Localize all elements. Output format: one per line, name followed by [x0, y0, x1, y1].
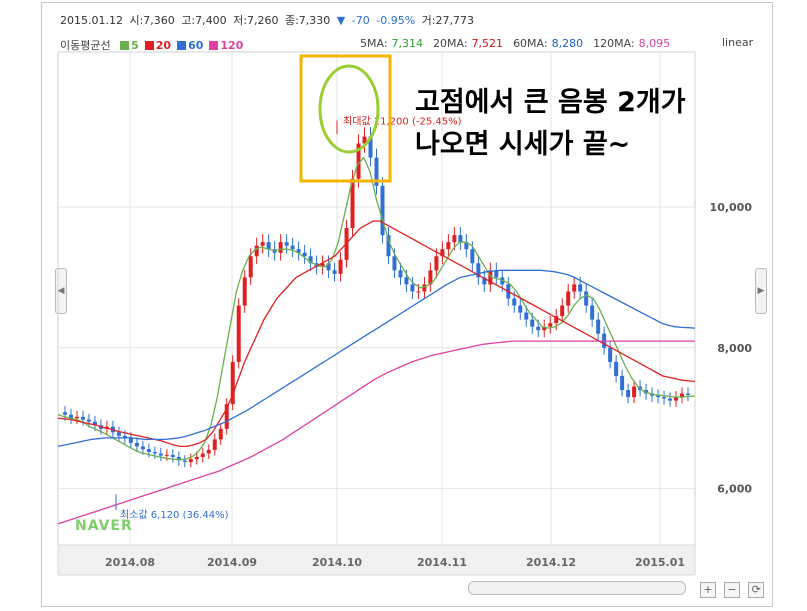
overlay-text-line-2: 나오면 시세가 끝~ [415, 129, 631, 160]
candle-body [524, 312, 529, 320]
candle-body [596, 319, 601, 334]
candle-body [158, 453, 163, 456]
candle-body [512, 298, 517, 306]
candle-body [608, 347, 613, 362]
candle-body [458, 235, 463, 243]
naver-watermark: NAVER [75, 518, 133, 534]
candle-body [86, 419, 91, 422]
x-tick-label: 2014.08 [105, 556, 155, 569]
ma-line-5 [57, 156, 696, 461]
x-tick-label: 2014.09 [207, 556, 257, 569]
candle-body [278, 242, 283, 253]
overlay-text-line-1: 고점에서 큰 음봉 2개가 [415, 87, 686, 118]
candle-body [578, 284, 583, 292]
candle-body [152, 452, 157, 454]
candle-body [164, 454, 169, 456]
candle-body [200, 453, 205, 457]
x-tick-label: 2014.10 [312, 556, 362, 569]
candle-body [452, 235, 457, 243]
zoom-controls: + − ⟳ [700, 578, 767, 598]
candle-body [398, 270, 403, 278]
candle-body [182, 460, 187, 462]
candle-body [218, 428, 223, 440]
candle-body [380, 185, 385, 236]
zoom-out-button[interactable]: − [724, 582, 741, 598]
candle-body [254, 245, 259, 257]
candle-body [134, 442, 139, 447]
candle-body [620, 375, 625, 391]
highlight-circle [318, 64, 380, 154]
candle-body [686, 393, 691, 395]
candle-body [146, 449, 151, 453]
x-tick-label: 2015.01 [635, 556, 685, 569]
candle-body [404, 277, 409, 285]
candle-body [662, 397, 667, 399]
candle-body [572, 284, 577, 292]
candle-body [170, 454, 175, 457]
y-tick-label: 6,000 [717, 483, 752, 496]
ma-line-120 [57, 340, 695, 525]
y-tick-label: 10,000 [710, 201, 753, 214]
candle-body [614, 361, 619, 376]
candle-body [332, 270, 337, 274]
candle-body [206, 449, 211, 454]
candle-body [560, 305, 565, 317]
candle-body [530, 319, 535, 327]
candle-body [128, 437, 133, 443]
candle-body [632, 386, 637, 398]
candle-body [140, 446, 145, 450]
candle-body [470, 249, 475, 264]
candle-body [566, 291, 571, 306]
candle-body [242, 277, 247, 306]
x-tick-label: 2014.12 [526, 556, 576, 569]
candle-body [260, 242, 265, 246]
candle-body [536, 326, 541, 331]
candle-body [194, 456, 199, 460]
candle-body [338, 259, 343, 274]
candle-body [80, 416, 85, 420]
candle-body [266, 242, 271, 250]
time-scrollbar[interactable] [468, 581, 686, 595]
x-tick-label: 2014.11 [417, 556, 467, 569]
candle-body [518, 305, 523, 313]
candle-body [302, 252, 307, 257]
candle-body [290, 245, 295, 250]
zoom-in-button[interactable]: + [700, 582, 716, 598]
candle-body [548, 323, 553, 327]
candle-body [434, 256, 439, 271]
min-label: 최소값 6,120 (36.44%) [120, 509, 229, 521]
candle-body [392, 256, 397, 271]
candle-body [74, 416, 79, 419]
candle-body [584, 291, 589, 306]
candle-body [410, 284, 415, 292]
reset-button[interactable]: ⟳ [748, 582, 765, 598]
candle-body [248, 256, 253, 278]
candle-body [284, 242, 289, 246]
candle-body [626, 390, 631, 398]
candle-body [116, 432, 121, 436]
candle-body [446, 242, 451, 250]
candle-body [212, 439, 217, 450]
y-tick-label: 8,000 [717, 342, 752, 355]
candle-body [62, 412, 67, 415]
candle-body [590, 305, 595, 320]
candle-body [416, 291, 421, 293]
ma-line-60 [57, 269, 696, 448]
candle-body [236, 305, 241, 362]
candle-body [668, 398, 673, 401]
candle-body [188, 459, 193, 462]
